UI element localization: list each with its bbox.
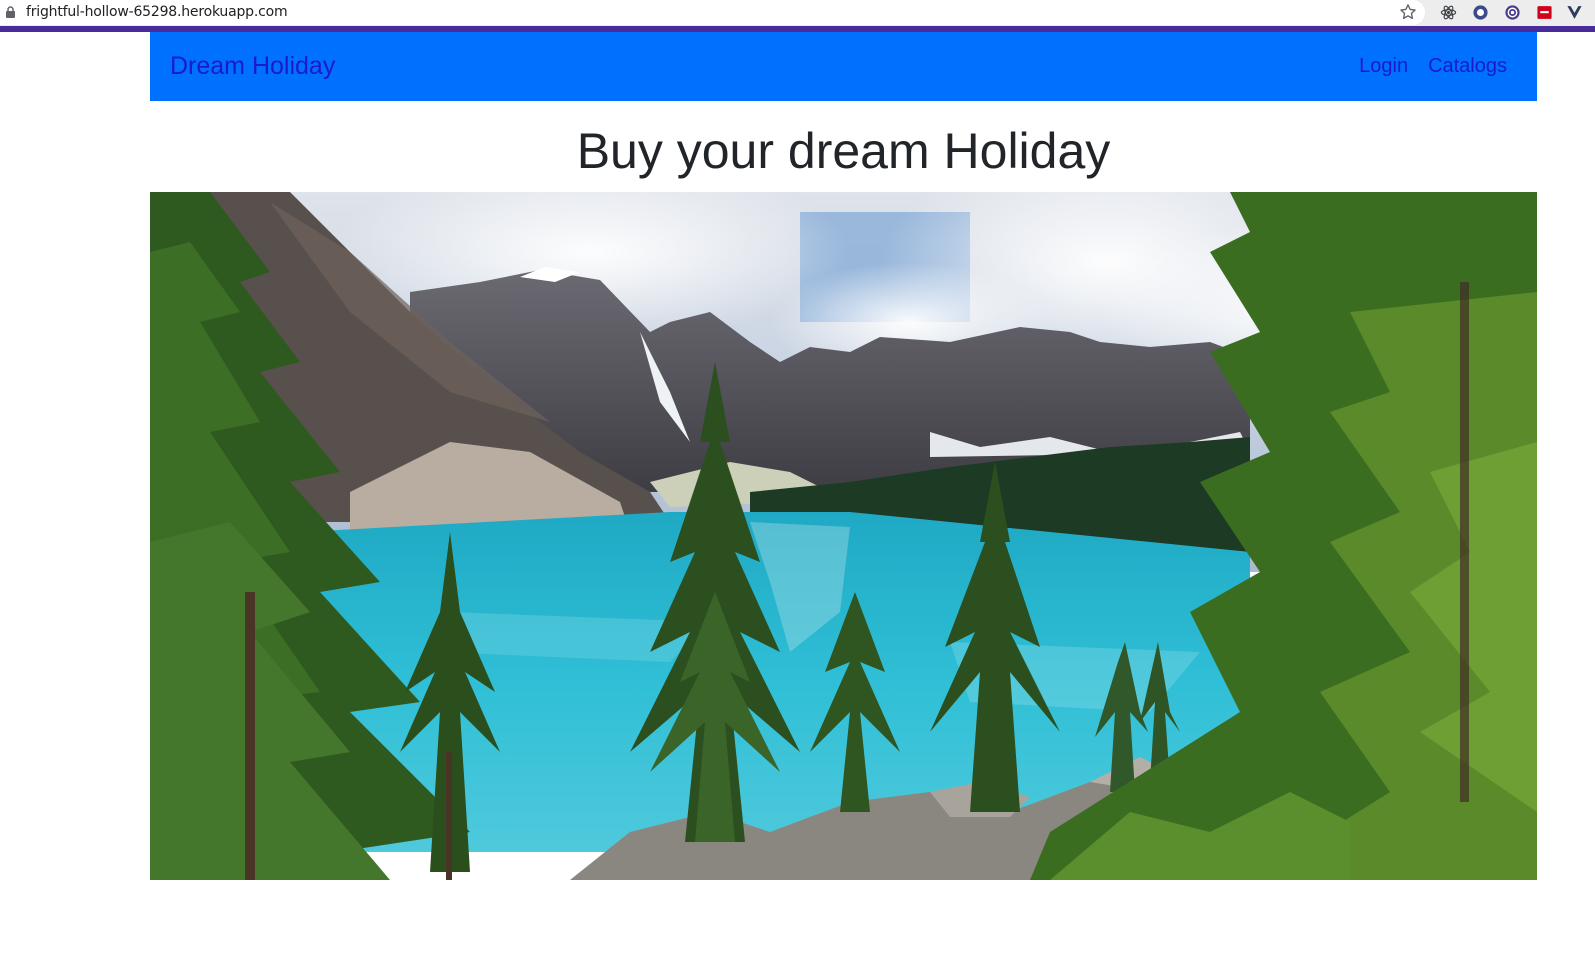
- react-devtools-icon[interactable]: [1440, 4, 1457, 21]
- url-text[interactable]: frightful-hollow-65298.herokuapp.com: [26, 4, 288, 20]
- bookmark-star-icon[interactable]: [1399, 3, 1417, 21]
- extension-red-icon[interactable]: [1536, 4, 1553, 21]
- nav-links: Login Catalogs: [1359, 55, 1507, 78]
- address-bar[interactable]: frightful-hollow-65298.herokuapp.com: [0, 0, 1425, 25]
- browser-toolbar: frightful-hollow-65298.herokuapp.com: [0, 0, 1595, 26]
- navbar: Dream Holiday Login Catalogs: [150, 32, 1537, 101]
- nav-login-link[interactable]: Login: [1359, 55, 1408, 78]
- extension-circle-icon[interactable]: [1472, 4, 1489, 21]
- page-title: Buy your dream Holiday: [576, 123, 1111, 179]
- nav-catalogs-link[interactable]: Catalogs: [1428, 55, 1507, 78]
- hero-image: [150, 192, 1537, 880]
- extension-target-icon[interactable]: [1504, 4, 1521, 21]
- brand-link[interactable]: Dream Holiday: [170, 52, 335, 81]
- vue-devtools-icon[interactable]: [1566, 4, 1583, 21]
- lock-icon[interactable]: [5, 6, 16, 18]
